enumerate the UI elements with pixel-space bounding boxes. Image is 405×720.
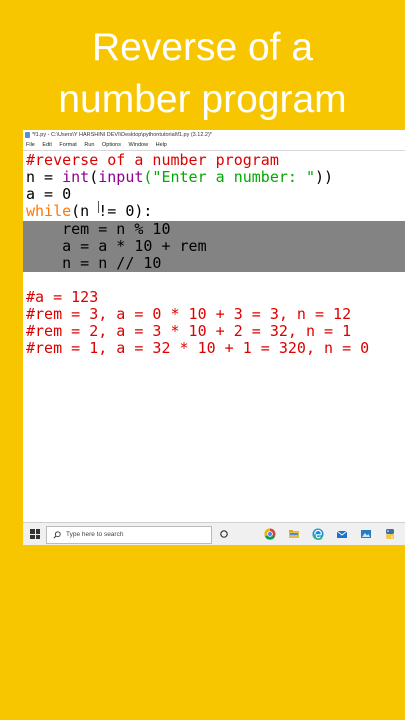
window-titlebar: *f1.py - C:\Users\Y HARSHINI DEVI\Deskto…: [23, 130, 405, 140]
text-cursor: [98, 201, 99, 213]
code-line-5: rem = n % 10: [26, 220, 171, 238]
code-line-1: #reverse of a number program: [26, 151, 279, 169]
menu-run[interactable]: Run: [84, 142, 94, 148]
screen-capture: *f1.py - C:\Users\Y HARSHINI DEVI\Deskto…: [23, 130, 405, 545]
edge-icon[interactable]: [312, 528, 324, 540]
code-line-11: #rem = 2, a = 3 * 10 + 2 = 32, n = 1: [26, 322, 352, 340]
menu-format[interactable]: Format: [59, 142, 76, 148]
file-explorer-icon[interactable]: [288, 528, 300, 540]
code-line-6: a = a * 10 + rem: [26, 237, 207, 255]
code-line-9: #a = 123: [26, 288, 99, 306]
builtin-int: int: [62, 168, 90, 186]
taskbar-search-box[interactable]: Type here to search: [46, 526, 212, 544]
menu-help[interactable]: Help: [156, 142, 167, 148]
code-text: n =: [26, 168, 63, 186]
video-headline: Reverse of a number program: [0, 22, 405, 126]
code-line-4: while(n != 0):: [26, 203, 152, 220]
code-text: (n != 0):: [71, 202, 153, 220]
code-line-2: n = int(input("Enter a number: ")): [26, 169, 333, 186]
python-idle-icon[interactable]: [384, 528, 396, 540]
code-line-3: a = 0: [26, 185, 72, 203]
string-literal: ("Enter a number: ": [143, 168, 315, 186]
windows-taskbar: Type here to search: [23, 522, 405, 545]
window-title: *f1.py - C:\Users\Y HARSHINI DEVI\Deskto…: [32, 132, 212, 138]
python-file-icon: [25, 132, 30, 138]
code-text: (: [89, 168, 99, 186]
code-line-10: #rem = 3, a = 0 * 10 + 3 = 3, n = 12: [26, 305, 352, 323]
code-text: )): [315, 168, 334, 186]
menu-edit[interactable]: Edit: [42, 142, 51, 148]
windows-start-icon[interactable]: [30, 529, 40, 539]
headline-line-2: number program: [58, 78, 347, 121]
menu-options[interactable]: Options: [102, 142, 121, 148]
menu-file[interactable]: File: [26, 142, 35, 148]
code-editor[interactable]: #reverse of a number program n = int(inp…: [23, 151, 405, 515]
mail-icon[interactable]: [336, 528, 348, 540]
photos-icon[interactable]: [360, 528, 372, 540]
search-icon: [53, 531, 61, 539]
builtin-input: input: [98, 168, 144, 186]
headline-line-1: Reverse of a: [91, 26, 314, 69]
task-view-icon[interactable]: [218, 528, 230, 540]
code-line-7: n = n // 10: [26, 254, 162, 272]
menu-window[interactable]: Window: [129, 142, 149, 148]
menu-bar: File Edit Format Run Options Window Help: [23, 140, 405, 151]
chrome-icon[interactable]: [264, 528, 276, 540]
search-placeholder: Type here to search: [66, 531, 124, 538]
keyword-while: while: [26, 202, 72, 220]
code-line-12: #rem = 1, a = 32 * 10 + 1 = 320, n = 0: [26, 339, 370, 357]
